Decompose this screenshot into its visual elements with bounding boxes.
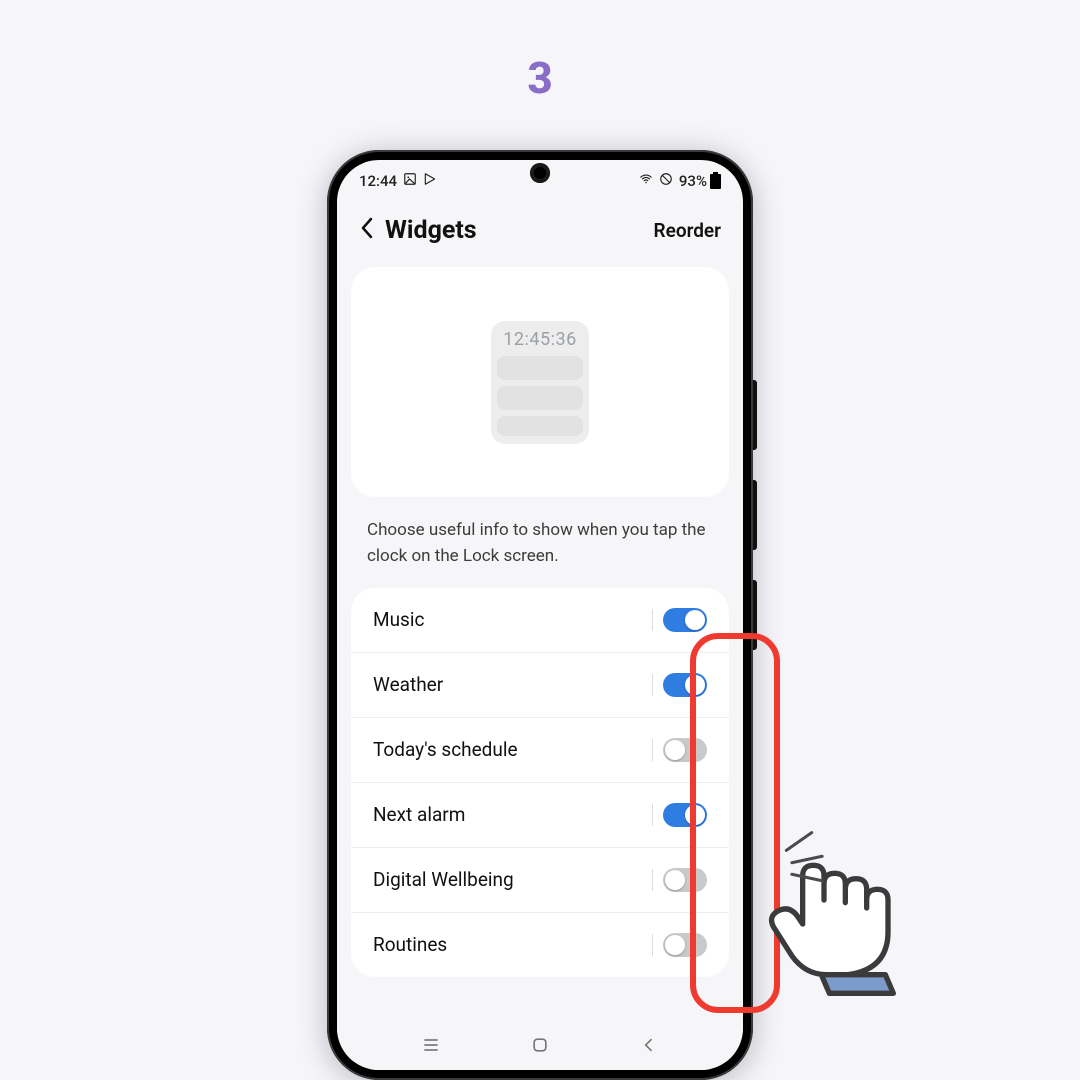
back-icon[interactable] xyxy=(359,216,375,245)
recents-button[interactable] xyxy=(421,1035,441,1059)
page-header: Widgets Reorder xyxy=(337,202,743,267)
battery-icon xyxy=(710,174,721,189)
list-item-label: Next alarm xyxy=(373,803,465,826)
help-text: Choose useful info to show when you tap … xyxy=(337,517,743,588)
battery-text: 93% xyxy=(679,172,707,190)
widget-toggle-list: Music Weather Today's schedule Next alar… xyxy=(351,588,729,977)
list-item-label: Today's schedule xyxy=(373,738,518,761)
list-row-routines[interactable]: Routines xyxy=(351,913,729,977)
mini-widget-row xyxy=(497,356,583,380)
mini-widget-stack: 12:45:36 xyxy=(491,321,589,444)
list-item-label: Routines xyxy=(373,933,447,956)
list-row-schedule[interactable]: Today's schedule xyxy=(351,718,729,783)
home-button[interactable] xyxy=(530,1035,550,1059)
page-title: Widgets xyxy=(385,216,477,245)
step-number: 3 xyxy=(527,52,552,104)
list-item-label: Weather xyxy=(373,673,443,696)
image-icon xyxy=(403,172,417,190)
android-nav-bar xyxy=(337,1024,743,1070)
toggle-next-alarm[interactable] xyxy=(663,803,707,827)
mini-widget-row xyxy=(497,416,583,436)
list-row-next-alarm[interactable]: Next alarm xyxy=(351,783,729,848)
list-row-weather[interactable]: Weather xyxy=(351,653,729,718)
play-store-icon xyxy=(423,172,437,190)
back-nav-button[interactable] xyxy=(639,1035,659,1059)
toggle-schedule[interactable] xyxy=(663,738,707,762)
toggle-music[interactable] xyxy=(663,608,707,632)
widget-preview: 12:45:36 xyxy=(351,267,729,497)
phone-frame: 12:44 93% xyxy=(327,150,753,1080)
list-item-label: Music xyxy=(373,608,424,631)
mini-widget-row xyxy=(497,386,583,410)
dnd-icon xyxy=(659,172,673,190)
wifi-icon xyxy=(639,172,653,190)
list-row-digital-wellbeing[interactable]: Digital Wellbeing xyxy=(351,848,729,913)
phone-screen: 12:44 93% xyxy=(337,160,743,1070)
toggle-routines[interactable] xyxy=(663,933,707,957)
list-row-music[interactable]: Music xyxy=(351,588,729,653)
toggle-weather[interactable] xyxy=(663,673,707,697)
pointer-hand-icon xyxy=(752,836,912,1000)
reorder-button[interactable]: Reorder xyxy=(654,219,721,242)
mini-widget-time: 12:45:36 xyxy=(497,329,583,350)
camera-cutout xyxy=(530,163,550,183)
battery-status: 93% xyxy=(679,172,721,190)
list-item-label: Digital Wellbeing xyxy=(373,868,514,891)
toggle-digital-wellbeing[interactable] xyxy=(663,868,707,892)
statusbar-time: 12:44 xyxy=(359,172,397,190)
